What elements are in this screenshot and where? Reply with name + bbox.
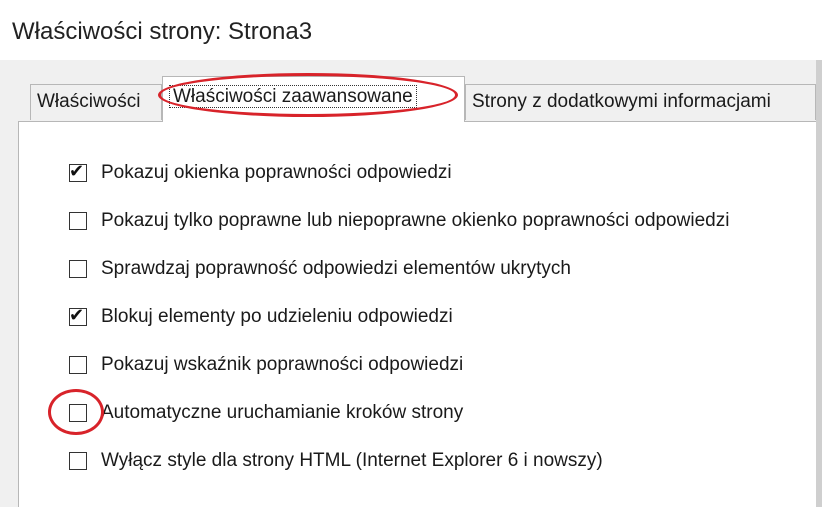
checkbox[interactable] xyxy=(69,356,87,374)
option-show-only-correct-or-incorrect-box[interactable]: Pokazuj tylko poprawne lub niepoprawne o… xyxy=(69,208,729,234)
tab-extra-info-pages-label: Strony z dodatkowymi informacjami xyxy=(472,91,771,112)
properties-dialog: Właściwości strony: Strona3 Właściwości … xyxy=(0,0,822,507)
checkbox[interactable] xyxy=(69,404,87,422)
check-icon: ✔ xyxy=(69,305,85,326)
option-label: Wyłącz style dla strony HTML (Internet E… xyxy=(101,450,603,471)
title-bar: Właściwości strony: Strona3 xyxy=(0,0,822,60)
checkbox[interactable] xyxy=(69,260,87,278)
dialog-right-border xyxy=(816,60,822,507)
checkbox[interactable]: ✔ xyxy=(69,161,87,182)
tab-properties-label: Właściwości xyxy=(37,91,141,112)
option-check-hidden-elements[interactable]: Sprawdzaj poprawność odpowiedzi elementó… xyxy=(69,256,571,282)
option-label: Pokazuj okienka poprawności odpowiedzi xyxy=(101,162,452,183)
option-label: Sprawdzaj poprawność odpowiedzi elementó… xyxy=(101,258,571,279)
option-label: Blokuj elementy po udzieleniu odpowiedzi xyxy=(101,306,453,327)
checkbox[interactable]: ✔ xyxy=(69,305,87,326)
option-lock-elements-after-answer[interactable]: ✔ Blokuj elementy po udzieleniu odpowied… xyxy=(69,304,453,330)
tab-advanced-properties[interactable]: Właściwości zaawansowane xyxy=(162,76,465,122)
option-show-correctness-indicator[interactable]: Pokazuj wskaźnik poprawności odpowiedzi xyxy=(69,352,463,378)
option-auto-run-page-steps[interactable]: Automatyczne uruchamianie kroków strony xyxy=(69,400,463,426)
tab-extra-info-pages[interactable]: Strony z dodatkowymi informacjami xyxy=(465,84,816,120)
option-disable-html-styles[interactable]: Wyłącz style dla strony HTML (Internet E… xyxy=(69,448,603,474)
option-label: Pokazuj tylko poprawne lub niepoprawne o… xyxy=(101,210,730,231)
tab-properties[interactable]: Właściwości xyxy=(30,84,162,120)
checkbox[interactable] xyxy=(69,212,87,230)
checkbox[interactable] xyxy=(69,452,87,470)
option-label: Automatyczne uruchamianie kroków strony xyxy=(101,402,464,423)
tab-panel: ✔ Pokazuj okienka poprawności odpowiedzi… xyxy=(18,121,816,507)
window-title: Właściwości strony: Strona3 xyxy=(12,18,313,45)
option-label: Pokazuj wskaźnik poprawności odpowiedzi xyxy=(101,354,464,375)
tab-advanced-properties-label: Właściwości zaawansowane xyxy=(169,85,417,108)
check-icon: ✔ xyxy=(69,161,85,182)
option-show-answer-boxes[interactable]: ✔ Pokazuj okienka poprawności odpowiedzi xyxy=(69,160,452,186)
tab-strip: Właściwości Właściwości zaawansowane Str… xyxy=(0,60,822,122)
